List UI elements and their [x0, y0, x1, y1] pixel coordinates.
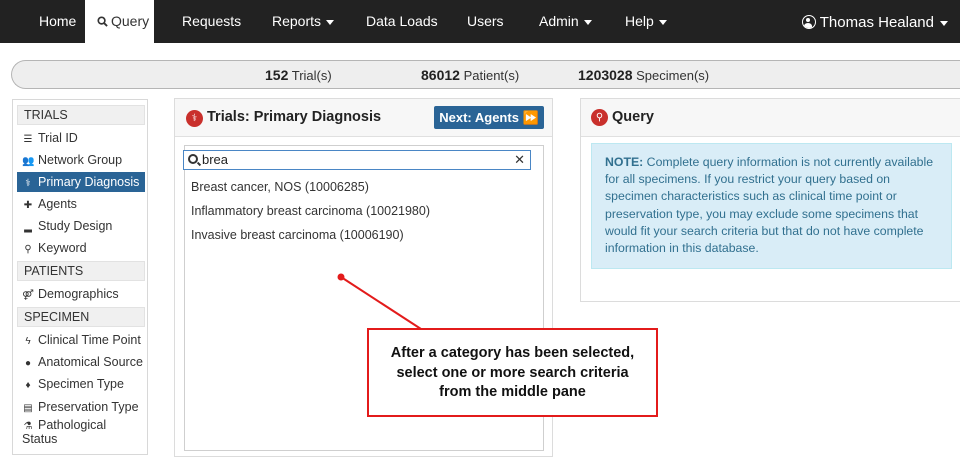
clear-search-button[interactable]: ✕: [514, 151, 525, 168]
stethoscope-icon: ⚕: [186, 110, 203, 127]
query-panel: ⚲ Query NOTE: Complete query information…: [580, 98, 960, 302]
user-icon: [801, 15, 816, 29]
sidebar-item-label: Clinical Time Point: [38, 333, 141, 347]
nav-data-loads[interactable]: Data Loads: [366, 0, 438, 43]
list-item[interactable]: Inflammatory breast carcinoma (10021980): [191, 204, 430, 218]
archive-icon: ▤: [23, 403, 33, 414]
nav-requests[interactable]: Requests: [182, 0, 241, 43]
sidebar-item-label: Specimen Type: [38, 377, 124, 391]
next-agents-button[interactable]: Next: Agents ⏩: [434, 106, 544, 129]
user-icon: ●: [24, 358, 32, 369]
query-panel-title: Query: [612, 109, 654, 125]
sidebar-item-specimen-type[interactable]: ♦ Specimen Type: [17, 374, 145, 394]
note-text: Complete query information is not curren…: [605, 155, 934, 256]
sidebar-item-study-design[interactable]: ▂ Study Design: [17, 216, 145, 236]
sidebar-item-label: Network Group: [38, 153, 123, 167]
specimens-count: 1203028: [578, 67, 633, 83]
sidebar-item-clinical-time-point[interactable]: ϟ Clinical Time Point: [17, 330, 145, 350]
chevron-down-icon: [940, 20, 948, 26]
chevron-down-icon: [583, 19, 592, 25]
nav-home[interactable]: Home: [39, 0, 76, 43]
tint-icon: ♦: [25, 380, 31, 391]
list-item[interactable]: Invasive breast carcinoma (10006190): [191, 228, 404, 242]
sidebar-item-label: Pathological: [38, 418, 107, 432]
nav-query-label: Query: [111, 13, 150, 29]
nav-reports[interactable]: Reports: [272, 0, 335, 43]
nav-home-label: Home: [39, 13, 77, 29]
chevron-down-icon: [658, 19, 667, 25]
search-icon: [188, 154, 198, 164]
nav-requests-label: Requests: [182, 13, 242, 29]
query-panel-header: ⚲ Query: [581, 99, 960, 137]
patients-count: 86012: [421, 67, 460, 83]
search-box: ✕: [183, 150, 531, 170]
medkit-icon: ✚: [23, 200, 33, 211]
specimens-stat: 1203028 Specimen(s): [578, 67, 709, 83]
nav-admin[interactable]: Admin: [539, 0, 592, 43]
search-icon: ⚲: [591, 109, 608, 126]
annotation-line-2: select one or more search criteria: [396, 364, 629, 381]
user-menu[interactable]: Thomas Healand: [801, 0, 948, 43]
nav-help[interactable]: Help: [625, 0, 667, 43]
annotation-line-1: After a category has been selected,: [390, 345, 635, 361]
panel-title: Trials: Primary Diagnosis: [207, 109, 382, 125]
specimens-label: Specimen(s): [636, 68, 710, 83]
sidebar-item-label: Keyword: [38, 241, 87, 255]
annotation-line-3: from the middle pane: [439, 384, 586, 400]
stats-bar: 152 Trial(s) 86012 Patient(s) 1203028 Sp…: [11, 60, 960, 89]
sidebar-item-network-group[interactable]: 👥 Network Group: [17, 150, 145, 170]
sidebar-item-label-cont: Status: [22, 432, 58, 446]
trials-count: 152: [265, 67, 289, 83]
sidebar-item-label: Primary Diagnosis: [38, 175, 140, 189]
sidebar-item-keyword[interactable]: ⚲ Keyword: [17, 238, 145, 258]
section-trials: TRIALS: [17, 105, 145, 125]
nav-users-label: Users: [467, 13, 504, 29]
section-patients: PATIENTS: [17, 261, 145, 281]
nav-help-label: Help: [625, 13, 654, 29]
top-navbar: Home Query Requests Reports Data Loads U…: [0, 0, 960, 43]
criteria-panel-header: ⚕ Trials: Primary Diagnosis Next: Agents…: [175, 99, 552, 137]
list-icon: ☰: [23, 134, 33, 145]
search-icon: [97, 16, 108, 27]
nav-admin-label: Admin: [539, 13, 579, 29]
sidebar-item-pathological-status[interactable]: ⚗ Pathological Status: [17, 419, 145, 447]
bolt-icon: ϟ: [25, 336, 31, 347]
patients-stat: 86012 Patient(s): [421, 67, 519, 83]
users-icon: 👥: [22, 156, 35, 167]
nav-query[interactable]: Query: [85, 0, 154, 43]
gender-icon: ⚤: [22, 290, 34, 301]
sidebar-item-trial-id[interactable]: ☰ Trial ID: [17, 128, 145, 148]
sidebar-item-label: Demographics: [38, 287, 119, 301]
sidebar-item-agents[interactable]: ✚ Agents: [17, 194, 145, 214]
sidebar-item-label: Preservation Type: [38, 400, 139, 414]
category-sidebar: TRIALS ☰ Trial ID 👥 Network Group ⚕ Primary…: [12, 99, 148, 455]
sidebar-item-anatomical-source[interactable]: ● Anatomical Source: [17, 352, 145, 372]
list-item[interactable]: Breast cancer, NOS (10006285): [191, 180, 369, 194]
sidebar-item-preservation-type[interactable]: ▤ Preservation Type: [17, 397, 145, 417]
next-agents-label: Next: Agents: [439, 110, 519, 125]
sidebar-item-label: Agents: [38, 197, 77, 211]
section-specimen: SPECIMEN: [17, 307, 145, 327]
sidebar-item-primary-diagnosis[interactable]: ⚕ Primary Diagnosis: [17, 172, 145, 192]
sidebar-item-label: Trial ID: [38, 131, 78, 145]
chevron-down-icon: [326, 19, 335, 25]
note-label: NOTE:: [605, 155, 644, 169]
search-icon: ⚲: [24, 244, 32, 255]
search-input[interactable]: [202, 151, 502, 168]
nav-users[interactable]: Users: [467, 0, 504, 43]
patients-label: Patient(s): [463, 68, 520, 83]
nav-data-loads-label: Data Loads: [366, 13, 438, 29]
sidebar-item-demographics[interactable]: ⚤ Demographics: [17, 284, 145, 304]
sidebar-item-label: Anatomical Source: [38, 355, 143, 369]
fast-forward-icon: ⏩: [522, 110, 539, 125]
user-name: Thomas Healand: [819, 14, 934, 31]
trials-label: Trial(s): [291, 68, 332, 83]
annotation-callout: After a category has been selected, sele…: [367, 328, 658, 417]
trials-stat: 152 Trial(s): [265, 67, 332, 83]
signal-icon: ▂: [24, 222, 32, 233]
stethoscope-icon: ⚕: [25, 178, 31, 189]
nav-reports-label: Reports: [272, 13, 322, 29]
info-note: NOTE: Complete query information is not …: [591, 143, 952, 269]
sidebar-item-label: Study Design: [38, 219, 113, 233]
